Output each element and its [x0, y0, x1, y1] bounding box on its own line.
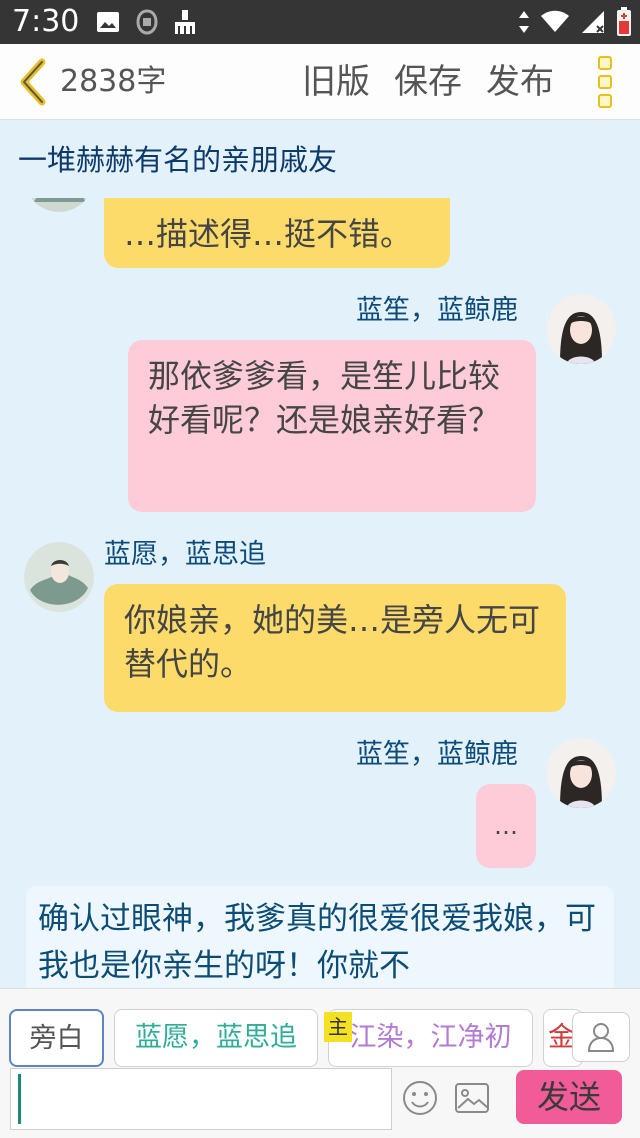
menu-dot-icon: [598, 75, 612, 89]
narration-block[interactable]: 确认过眼神，我爹真的很爱很爱我娘，可我也是你亲生的呀！你就不: [26, 886, 614, 988]
message-input[interactable]: [10, 1068, 392, 1130]
role-lan-yuan-button[interactable]: 蓝愿，蓝思追: [114, 1009, 318, 1067]
message-bubble[interactable]: 那依爹爹看，是笙儿比较好看呢？还是娘亲好看？: [128, 340, 536, 512]
speaker-name: 蓝笙，蓝鲸鹿: [356, 739, 518, 770]
send-button[interactable]: 发送: [516, 1070, 622, 1124]
chevron-left-icon: [20, 58, 46, 106]
battery-icon: [617, 7, 631, 36]
chat-area[interactable]: …描述得…挺不错。 蓝笙，蓝鲸鹿 那依爹爹看，是笙儿比较好看呢？还是娘亲好看？ …: [0, 198, 640, 988]
old-version-button[interactable]: 旧版: [302, 58, 370, 106]
message-text: 你娘亲，她的美…是旁人无可替代的。: [124, 601, 541, 683]
avatar-lan-yuan[interactable]: [24, 542, 94, 612]
menu-dot-icon: [598, 94, 612, 108]
message-text: …: [494, 812, 518, 840]
more-menu-button[interactable]: [594, 56, 616, 108]
message-bubble[interactable]: 你娘亲，她的美…是旁人无可替代的。: [104, 584, 566, 712]
speaker-name: 蓝愿，蓝思追: [104, 539, 266, 570]
wifi-icon: [541, 10, 569, 32]
narration-text: 确认过眼神，我爹真的很爱很爱我娘，可我也是你亲生的呀！你就不: [38, 901, 596, 984]
message-text: 那依爹爹看，是笙儿比较好看呢？还是娘亲好看？: [148, 357, 501, 439]
avatar-girl-image: [546, 294, 616, 364]
input-bar: 发送: [0, 1068, 640, 1138]
avatar-lan-sheng[interactable]: [546, 738, 616, 808]
avatar-boy-image: [24, 542, 94, 612]
avatar-lan-yuan[interactable]: [24, 198, 94, 212]
app-icon: [136, 9, 158, 35]
speaker-name: 蓝笙，蓝鲸鹿: [356, 295, 518, 326]
status-time: 7:30: [12, 4, 80, 39]
status-bar: 7:30: [0, 0, 640, 44]
image-picker-icon[interactable]: [454, 1082, 490, 1114]
editor-toolbar: 2838字 旧版 保存 发布: [0, 44, 640, 120]
role-narrator-button[interactable]: 旁白: [9, 1009, 104, 1067]
message-bubble[interactable]: …: [476, 784, 536, 868]
chapter-title[interactable]: 一堆赫赫有名的亲朋戚友: [18, 140, 337, 180]
user-icon: [587, 1023, 615, 1052]
message-bubble[interactable]: …描述得…挺不错。: [104, 198, 450, 268]
status-indicators: [518, 6, 632, 38]
main-role-badge: 主: [324, 1012, 352, 1042]
emoji-icon[interactable]: [402, 1080, 438, 1116]
image-icon: [97, 12, 119, 32]
menu-dot-icon: [598, 56, 612, 70]
data-arrows-icon: [519, 11, 529, 33]
back-button[interactable]: [14, 58, 54, 106]
cleaner-icon: [175, 10, 195, 34]
avatar-lan-sheng[interactable]: [546, 294, 616, 364]
avatar-girl-image: [546, 738, 616, 808]
role-selector: 旁白 蓝愿，蓝思追 江染，江净初 金: [0, 988, 640, 1068]
word-count: 2838字: [60, 64, 167, 99]
publish-button[interactable]: 发布: [486, 58, 554, 106]
signal-icon: [582, 11, 604, 33]
add-role-button[interactable]: [572, 1012, 630, 1062]
message-text: …描述得…挺不错。: [124, 215, 413, 253]
save-button[interactable]: 保存: [394, 58, 462, 106]
text-caret: [18, 1074, 21, 1124]
role-jiang-ran-button[interactable]: 江染，江净初: [328, 1009, 533, 1067]
